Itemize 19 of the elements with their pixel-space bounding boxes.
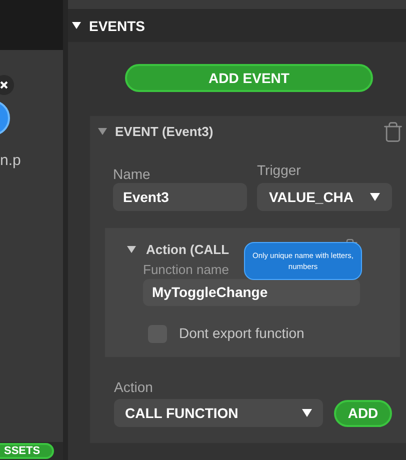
action-dropdown[interactable]: CALL FUNCTION xyxy=(114,399,323,427)
section-header[interactable]: EVENTS xyxy=(68,10,406,42)
action-label: Action xyxy=(114,378,154,396)
collapse-icon[interactable] xyxy=(72,22,81,30)
trigger-label: Trigger xyxy=(257,161,302,179)
delete-icon[interactable] xyxy=(382,121,404,143)
action-title: Action (CALL xyxy=(146,241,230,260)
function-name-label: Function name xyxy=(143,261,229,279)
close-icon[interactable] xyxy=(0,75,14,95)
caret-icon xyxy=(302,409,312,417)
file-name: n.p xyxy=(0,151,21,171)
caret-icon xyxy=(370,193,380,201)
checkbox-label: Dont export function xyxy=(179,324,304,343)
name-field[interactable]: Event3 xyxy=(113,183,247,211)
trigger-dropdown[interactable]: VALUE_CHA xyxy=(257,183,392,211)
function-name-field[interactable]: MyToggleChange xyxy=(143,279,360,306)
event-title: EVENT (Event3) xyxy=(115,123,214,142)
section-title: EVENTS xyxy=(89,16,146,36)
name-label: Name xyxy=(113,165,152,183)
